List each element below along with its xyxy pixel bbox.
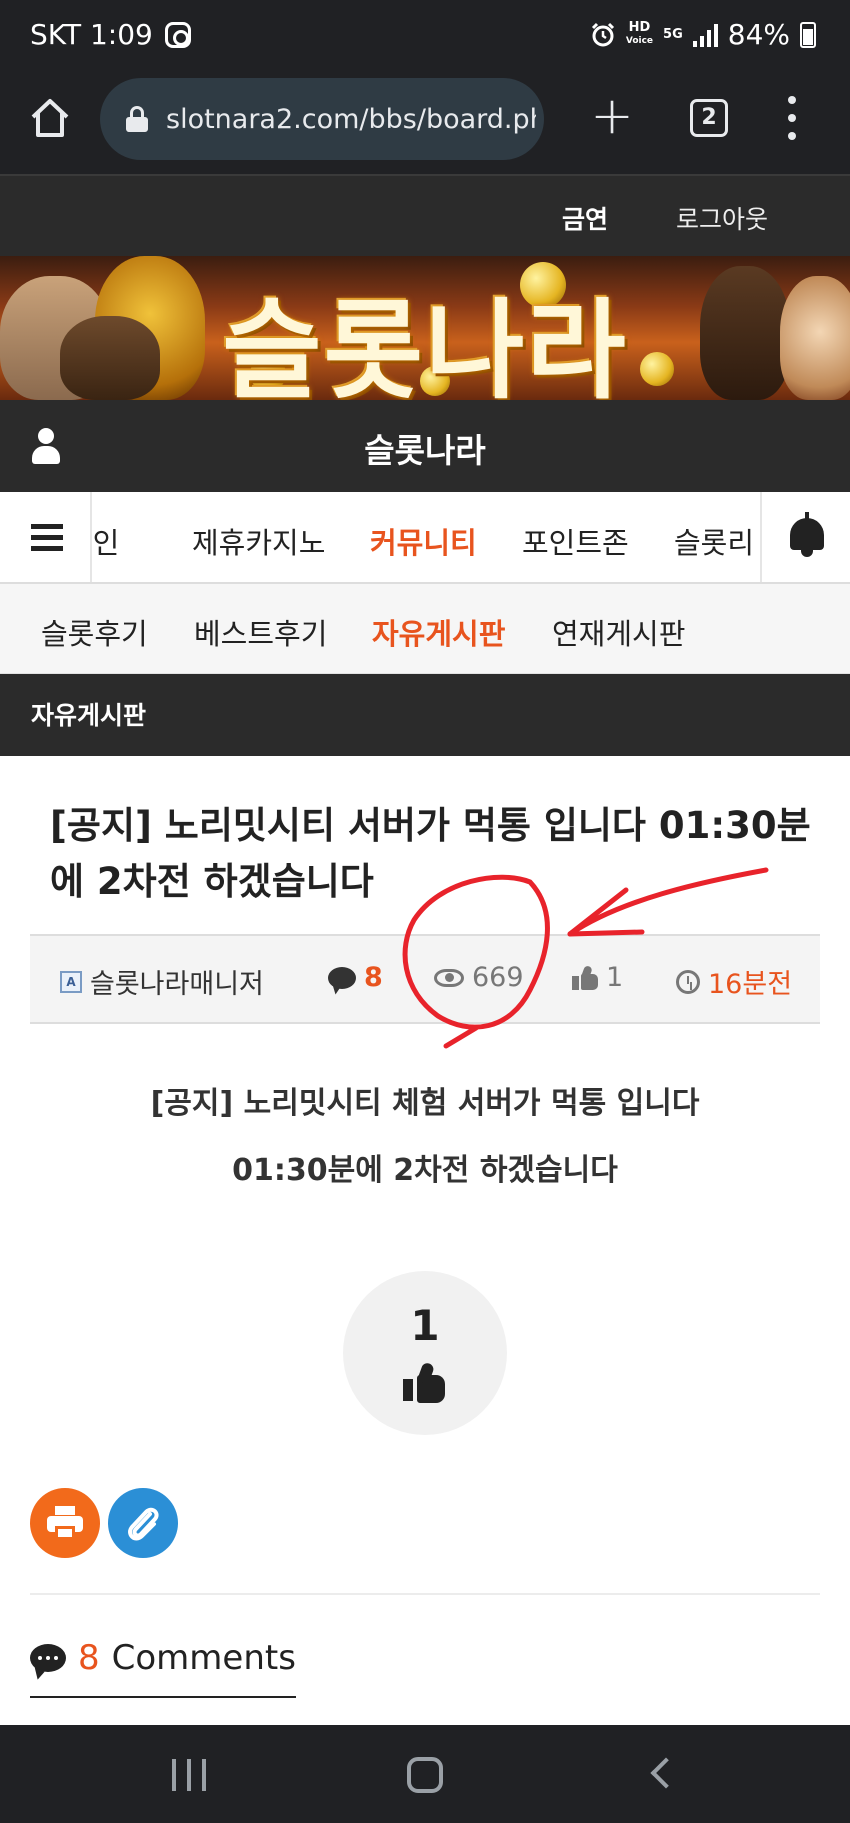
post-body-line-1: [공지] 노리밋시티 체험 서버가 먹통 입니다 — [150, 1086, 700, 1121]
main-nav-scroller[interactable]: 메인 제휴카지노 커뮤니티 포인트존 슬롯리 — [94, 492, 758, 582]
logout-link[interactable]: 로그아웃 — [676, 200, 768, 236]
printer-icon — [47, 1506, 83, 1540]
eye-icon — [434, 968, 464, 987]
hd-label: HD — [628, 20, 651, 35]
recommend-button[interactable]: 1 — [343, 1271, 507, 1435]
home-button-icon[interactable] — [407, 1757, 443, 1793]
like-count: 1 — [572, 962, 623, 993]
carrier-time: SKT 1:09 — [30, 18, 153, 51]
banner-title: 슬롯나라 — [222, 289, 628, 400]
comment-count: 8 — [328, 962, 383, 993]
recent-apps-icon[interactable] — [172, 1759, 206, 1791]
instagram-icon — [164, 21, 191, 48]
board-header: 자유게시판 — [0, 674, 850, 756]
browser-toolbar: slotnara2.com/bbs/board.php + 2 — [0, 72, 850, 176]
site-title-bar: 슬롯나라 — [0, 400, 850, 492]
sub-item-best-reviews[interactable]: 베스트후기 — [194, 611, 327, 653]
main-nav: 메인 제휴카지노 커뮤니티 포인트존 슬롯리 — [0, 492, 850, 584]
hd-voice-indicator: HD Voice — [625, 20, 654, 47]
url-bar[interactable]: slotnara2.com/bbs/board.php — [100, 78, 544, 160]
clock-icon — [676, 969, 700, 994]
nav-item-slot[interactable]: 슬롯리 — [674, 520, 754, 562]
sub-item-serial-board[interactable]: 연재게시판 — [552, 611, 685, 653]
sub-item-slot-reviews[interactable]: 슬롯후기 — [41, 611, 148, 653]
browser-menu-button[interactable] — [784, 96, 800, 140]
url-text[interactable]: slotnara2.com/bbs/board.php — [166, 104, 536, 135]
nav-item-main[interactable]: 메인 — [94, 520, 119, 562]
post-time: 16분전 — [676, 962, 792, 1001]
comment-icon — [328, 966, 356, 989]
alarm-icon — [591, 22, 614, 46]
tab-switcher-button[interactable]: 2 — [690, 99, 728, 137]
home-icon[interactable] — [28, 96, 72, 140]
bell-icon — [790, 512, 824, 557]
author-badge-icon: A — [60, 970, 82, 993]
comments-icon — [30, 1644, 66, 1672]
comments-label: Comments — [111, 1638, 296, 1678]
recommend-count: 1 — [410, 1301, 440, 1350]
board-title: 자유게시판 — [31, 701, 147, 730]
network-type-indicator: 5G — [663, 26, 683, 42]
voice-label: Voice — [625, 36, 654, 46]
attachment-button[interactable] — [108, 1488, 178, 1558]
view-count: 669 — [434, 962, 524, 993]
site-top-bar: 금연 로그아웃 — [0, 176, 850, 256]
hamburger-menu-icon[interactable] — [0, 492, 92, 582]
nav-item-partner-casino[interactable]: 제휴카지노 — [192, 520, 325, 562]
comments-count: 8 — [78, 1638, 100, 1678]
site-title[interactable]: 슬롯나라 — [0, 424, 850, 472]
sub-item-free-board[interactable]: 자유게시판 — [372, 611, 505, 653]
thumbs-up-icon — [572, 964, 598, 990]
battery-icon — [800, 21, 816, 48]
post-meta-bar: A 슬롯나라매니저 8 669 1 16분전 — [30, 934, 820, 1024]
sub-nav: 슬롯후기 베스트후기 자유게시판 연재게시판 — [0, 584, 850, 674]
post-body-line-2: 01:30분에 2차전 하겠습니다 — [232, 1153, 618, 1188]
comments-header: 8 Comments — [30, 1638, 296, 1698]
author-name[interactable]: 슬롯나라매니저 — [90, 962, 264, 1001]
view-count-value: 669 — [472, 962, 524, 993]
post-author[interactable]: A 슬롯나라매니저 — [60, 962, 264, 1001]
like-count-value: 1 — [606, 962, 624, 993]
comment-count-value: 8 — [364, 962, 383, 993]
post-title: [공지] 노리밋시티 서버가 먹통 입니다 01:30분에 2차전 하겠습니다 — [50, 804, 811, 903]
nav-item-point-zone[interactable]: 포인트존 — [522, 520, 629, 562]
site-banner[interactable]: 슬롯나라 — [0, 256, 850, 400]
signal-icon — [692, 23, 718, 47]
no-smoking-link[interactable]: 금연 — [562, 200, 608, 236]
nav-item-community[interactable]: 커뮤니티 — [370, 520, 477, 562]
post-time-value: 16분전 — [708, 969, 793, 1000]
thumbs-up-icon — [403, 1361, 447, 1403]
back-icon[interactable] — [650, 1757, 682, 1789]
system-nav-bar — [0, 1725, 850, 1823]
new-tab-button[interactable]: + — [590, 90, 634, 142]
paperclip-icon — [128, 1507, 159, 1541]
battery-percent: 84% — [727, 18, 790, 51]
notification-button[interactable] — [760, 492, 850, 582]
lock-icon — [126, 106, 148, 132]
divider — [30, 1593, 820, 1595]
print-button[interactable] — [30, 1488, 100, 1558]
status-bar: SKT 1:09 HD Voice 5G 84% — [0, 0, 850, 72]
